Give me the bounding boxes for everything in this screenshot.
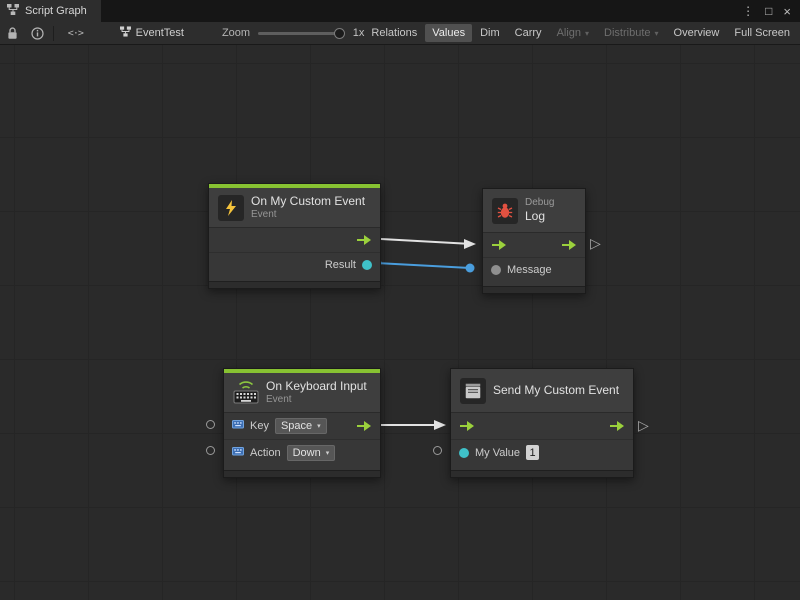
lightning-icon [218,195,244,221]
toolbar-separator [53,26,54,41]
action-dropdown[interactable]: Down ▾ [287,445,336,461]
node-title: Log [525,209,554,223]
graph-asset-name: EventTest [136,27,184,39]
port-row [451,413,633,439]
relations-button[interactable]: Relations [364,24,424,42]
node-subtitle: Event [251,209,365,221]
node-footer [451,470,633,477]
continue-triangle-icon[interactable]: ▷ [590,236,601,250]
graph-canvas[interactable]: On My Custom Event Event Result [0,45,800,600]
external-port[interactable] [433,446,442,455]
window-menu-icon[interactable]: ⋮ [742,5,754,17]
zoom-label: Zoom [222,27,250,39]
node-on-my-custom-event[interactable]: On My Custom Event Event Result [208,183,381,289]
flow-output-port[interactable] [356,234,372,246]
port-label: Result [325,259,356,271]
custom-event-icon [460,378,486,404]
key-type-icon [232,444,244,462]
node-header[interactable]: On Keyboard Input Event [224,373,380,413]
window-controls: ⋮ □ × [742,0,800,22]
node-send-my-custom-event[interactable]: Send My Custom Event My Value 1 [450,368,634,478]
graph-tab-icon [7,4,19,18]
chevron-down-icon: ▾ [585,29,589,38]
dim-button[interactable]: Dim [473,24,507,42]
node-on-keyboard-input[interactable]: On Keyboard Input Event Key Space ▾ [223,368,381,478]
key-dropdown[interactable]: Space ▾ [275,418,327,434]
port-label: Action [250,447,281,459]
flow-input-port[interactable] [491,239,507,251]
overview-button[interactable]: Overview [667,24,727,42]
flow-output-port[interactable] [356,420,372,432]
info-icon[interactable] [25,22,50,44]
node-title: On Keyboard Input [266,379,367,393]
node-header[interactable]: On My Custom Event Event [209,188,380,228]
connections-layer [0,45,800,600]
node-debug-log[interactable]: Debug Log Message [482,188,586,294]
value-output-port[interactable] [362,260,372,270]
port-row: Action Down ▾ [224,439,380,465]
port-row: My Value 1 [451,439,633,465]
keyboard-input-icon [233,380,259,406]
toolbar-button-group: Relations Values Dim Carry Align▾ Distri… [364,24,800,42]
tab-title: Script Graph [25,5,87,17]
chevron-down-icon: ▾ [326,449,330,457]
carry-button[interactable]: Carry [508,24,549,42]
graph-asset-icon [120,26,131,40]
port-row: Key Space ▾ [224,413,380,439]
script-graph-window: Script Graph ⋮ □ × <·> EventTest Zoom [0,0,800,600]
external-port[interactable] [206,420,215,429]
port-label: Message [507,264,552,276]
zoom-slider[interactable] [258,32,343,35]
lock-icon[interactable] [0,22,25,44]
maximize-icon[interactable]: □ [765,5,772,17]
code-view-icon[interactable]: <·> [57,22,94,44]
port-row: Message [483,257,585,281]
value-input-port[interactable] [491,265,501,275]
node-header[interactable]: Debug Log [483,189,585,233]
flow-input-port[interactable] [459,420,475,432]
chevron-down-icon: ▾ [655,29,659,38]
chevron-down-icon: ▾ [317,422,321,430]
port-row: Result [209,252,380,276]
node-footer [209,281,380,288]
zoom-slider-handle[interactable] [334,28,345,39]
graph-toolbar: <·> EventTest Zoom 1x Relations Values D… [0,22,800,45]
bug-icon [492,198,518,224]
port-label: My Value [475,447,520,459]
tab-script-graph[interactable]: Script Graph [0,0,101,22]
values-button[interactable]: Values [425,24,472,42]
node-footer [483,286,585,293]
distribute-dropdown-button[interactable]: Distribute▾ [597,24,665,42]
port-label: Key [250,420,269,432]
node-title: Send My Custom Event [493,383,619,397]
external-port[interactable] [206,446,215,455]
value-input-port[interactable] [459,448,469,458]
zoom-value: 1x [353,27,365,39]
flow-output-port[interactable] [609,420,625,432]
align-dropdown-button[interactable]: Align▾ [550,24,596,42]
node-subtitle: Event [266,394,367,406]
node-header[interactable]: Send My Custom Event [451,369,633,413]
node-kind-label: Debug [525,197,554,209]
full-screen-button[interactable]: Full Screen [727,24,797,42]
flow-output-port[interactable] [561,239,577,251]
port-row [209,228,380,252]
my-value-input[interactable]: 1 [526,445,539,460]
node-title: On My Custom Event [251,194,365,208]
window-tab-bar: Script Graph ⋮ □ × [0,0,800,22]
close-icon[interactable]: × [783,5,791,18]
graph-asset-selector[interactable]: EventTest [120,26,184,40]
port-row [483,233,585,257]
node-footer [224,470,380,477]
continue-triangle-icon[interactable]: ▷ [638,418,649,432]
key-type-icon [232,417,244,435]
